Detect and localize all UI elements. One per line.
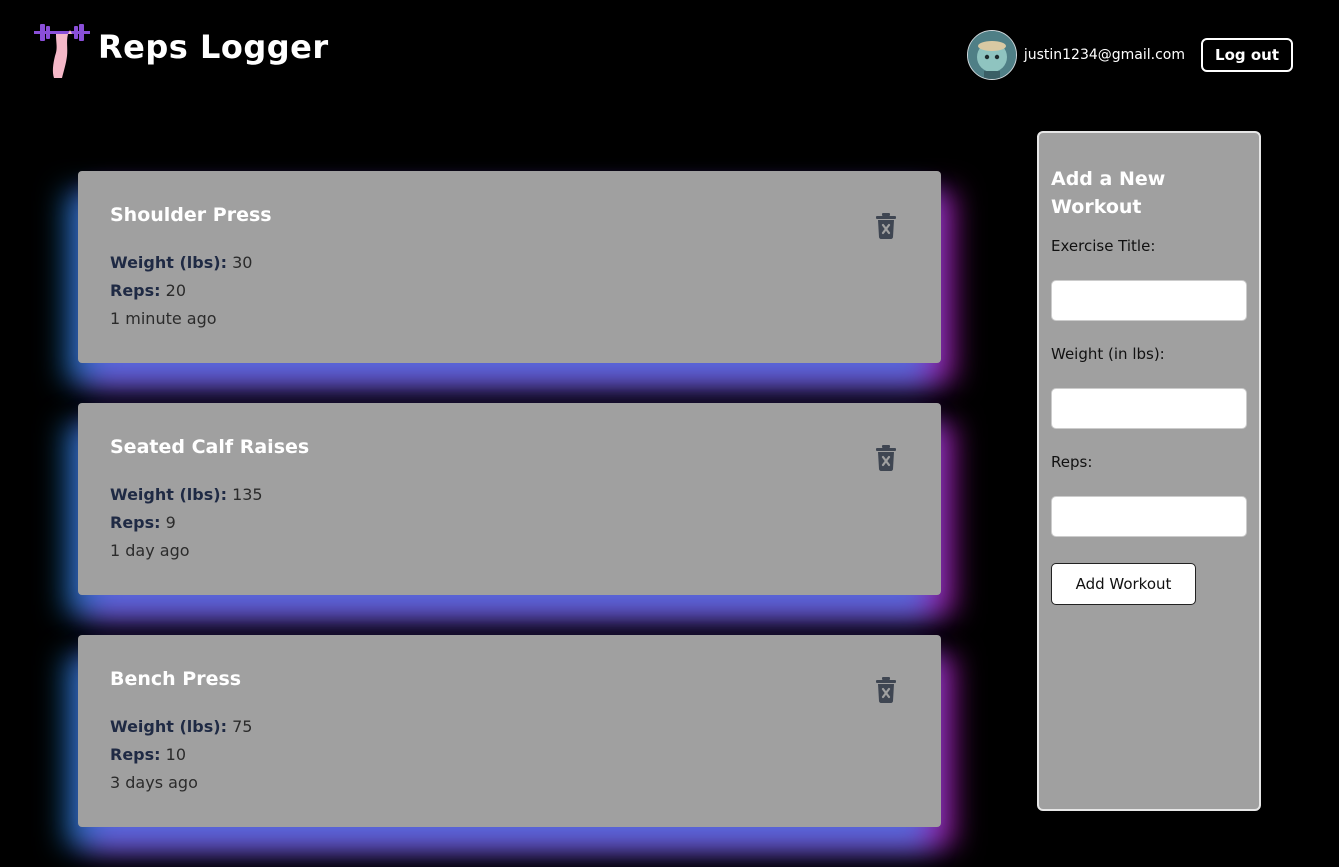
dumbbell-lifter-icon: [34, 24, 90, 78]
workout-title: Shoulder Press: [110, 204, 272, 226]
workout-reps: Reps: 10: [110, 741, 909, 769]
weight-value: 30: [232, 253, 253, 272]
add-workout-button[interactable]: Add Workout: [1051, 563, 1196, 605]
reps-label: Reps:: [1051, 453, 1093, 471]
workout-weight: Weight (lbs): 75: [110, 713, 909, 741]
workout-weight: Weight (lbs): 135: [110, 481, 909, 509]
reps-label: Reps:: [110, 745, 161, 764]
workout-timestamp: 1 minute ago: [110, 309, 217, 328]
weight-label: Weight (lbs):: [110, 485, 227, 504]
workout-weight: Weight (lbs): 30: [110, 249, 909, 277]
reps-label: Reps:: [110, 281, 161, 300]
exercise-title-label: Exercise Title:: [1051, 237, 1156, 255]
reps-value: 20: [165, 281, 186, 300]
trash-icon[interactable]: [875, 213, 897, 239]
add-workout-form: Add a New Workout Exercise Title: Weight…: [1037, 131, 1261, 811]
avatar-image: [967, 31, 1016, 79]
reps-label: Reps:: [110, 513, 161, 532]
weight-label: Weight (lbs):: [110, 253, 227, 272]
trash-icon[interactable]: [875, 677, 897, 703]
app-title: Reps Logger: [98, 28, 329, 66]
workout-reps: Reps: 9: [110, 509, 909, 537]
brand[interactable]: Reps Logger: [32, 20, 329, 80]
weight-value: 75: [232, 717, 253, 736]
workout-reps: Reps: 20: [110, 277, 909, 305]
workout-title: Bench Press: [110, 668, 242, 690]
workout-list: Shoulder Press Weight (lbs): 30 Reps: 20…: [78, 171, 941, 867]
workout-card: Seated Calf Raises Weight (lbs): 135 Rep…: [78, 403, 941, 595]
trash-icon[interactable]: [875, 445, 897, 471]
workout-timestamp: 1 day ago: [110, 541, 190, 560]
user-email: justin1234@gmail.com: [1023, 47, 1186, 63]
user-area: justin1234@gmail.com Log out: [966, 30, 1293, 80]
reps-value: 9: [165, 513, 176, 532]
weight-label: Weight (lbs):: [110, 717, 227, 736]
workout-timestamp: 3 days ago: [110, 773, 198, 792]
avatar[interactable]: [966, 30, 1017, 80]
workout-card: Bench Press Weight (lbs): 75 Reps: 10 3 …: [78, 635, 941, 827]
reps-input[interactable]: [1051, 496, 1247, 537]
weight-label: Weight (in lbs):: [1051, 345, 1165, 363]
app-header: Reps Logger justin1234@gmail.com Log out: [0, 0, 1339, 110]
exercise-title-input[interactable]: [1051, 280, 1247, 321]
workout-title: Seated Calf Raises: [110, 436, 310, 458]
weight-input[interactable]: [1051, 388, 1247, 429]
workout-card: Shoulder Press Weight (lbs): 30 Reps: 20…: [78, 171, 941, 363]
logout-button[interactable]: Log out: [1201, 38, 1293, 72]
weight-value: 135: [232, 485, 263, 504]
reps-value: 10: [165, 745, 186, 764]
form-title: Add a New Workout: [1051, 168, 1166, 218]
